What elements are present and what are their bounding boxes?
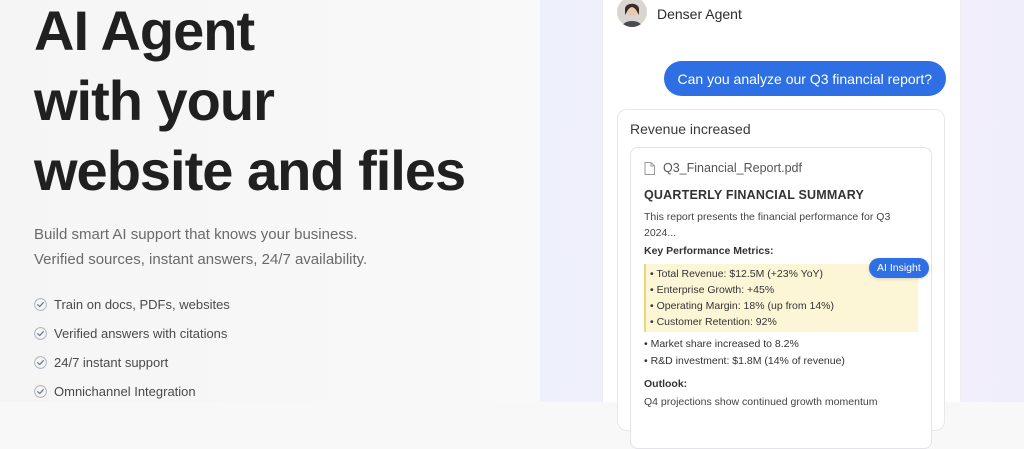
feature-label: Omnichannel Integration	[54, 384, 196, 399]
metric-item: • R&D investment: $1.8M (14% of revenue)	[644, 355, 845, 367]
subhead-line: Build smart AI support that knows your b…	[34, 226, 358, 243]
headline-line: with your	[34, 69, 275, 132]
agent-name: Denser Agent	[657, 6, 742, 22]
chat-header: Denser Agent	[617, 0, 742, 28]
reply-title: Revenue increased	[630, 121, 751, 137]
feature-label: Train on docs, PDFs, websites	[54, 297, 230, 312]
feature-label: Verified answers with citations	[54, 326, 228, 341]
other-metrics: • Market share increased to 8.2% • R&D i…	[644, 336, 845, 370]
user-message-bubble: Can you analyze our Q3 financial report?	[663, 61, 946, 96]
feature-item: 24/7 instant support	[34, 348, 230, 377]
document-filename: Q3_Financial_Report.pdf	[663, 161, 802, 175]
metrics-title: Key Performance Metrics:	[644, 245, 774, 257]
document-preview[interactable]: Q3_Financial_Report.pdf QUARTERLY FINANC…	[630, 147, 932, 449]
feature-label: 24/7 instant support	[54, 355, 169, 370]
subhead-line: Verified sources, instant answers, 24/7 …	[34, 251, 368, 268]
hero-headline: AI Agent with your website and files	[34, 0, 466, 206]
file-icon	[644, 161, 655, 175]
headline-line: website and files	[34, 139, 466, 202]
metric-item: • Market share increased to 8.2%	[644, 338, 799, 350]
document-file[interactable]: Q3_Financial_Report.pdf	[644, 161, 802, 175]
headline-line: AI Agent	[34, 0, 255, 62]
hero-section: AI Agent with your website and files Bui…	[0, 0, 540, 402]
metric-item: • Customer Retention: 92%	[650, 316, 777, 328]
ai-insight-badge[interactable]: AI Insight	[869, 258, 929, 278]
feature-item: Train on docs, PDFs, websites	[34, 290, 230, 319]
metric-item: • Enterprise Growth: +45%	[650, 284, 775, 296]
check-icon	[34, 385, 47, 398]
document-intro: This report presents the financial perfo…	[644, 211, 891, 239]
feature-list: Train on docs, PDFs, websites Verified a…	[34, 290, 230, 406]
feature-item: Verified answers with citations	[34, 319, 230, 348]
check-icon	[34, 298, 47, 311]
metric-item: • Operating Margin: 18% (up from 14%)	[650, 300, 835, 312]
hero-subheading: Build smart AI support that knows your b…	[34, 222, 367, 272]
document-heading: QUARTERLY FINANCIAL SUMMARY	[644, 188, 864, 202]
check-icon	[34, 356, 47, 369]
agent-avatar	[617, 0, 647, 27]
check-icon	[34, 327, 47, 340]
outlook-title: Outlook:	[644, 378, 688, 390]
outlook-text: Q4 projections show continued growth mom…	[644, 396, 878, 408]
chat-panel: Denser Agent Can you analyze our Q3 fina…	[602, 0, 961, 449]
